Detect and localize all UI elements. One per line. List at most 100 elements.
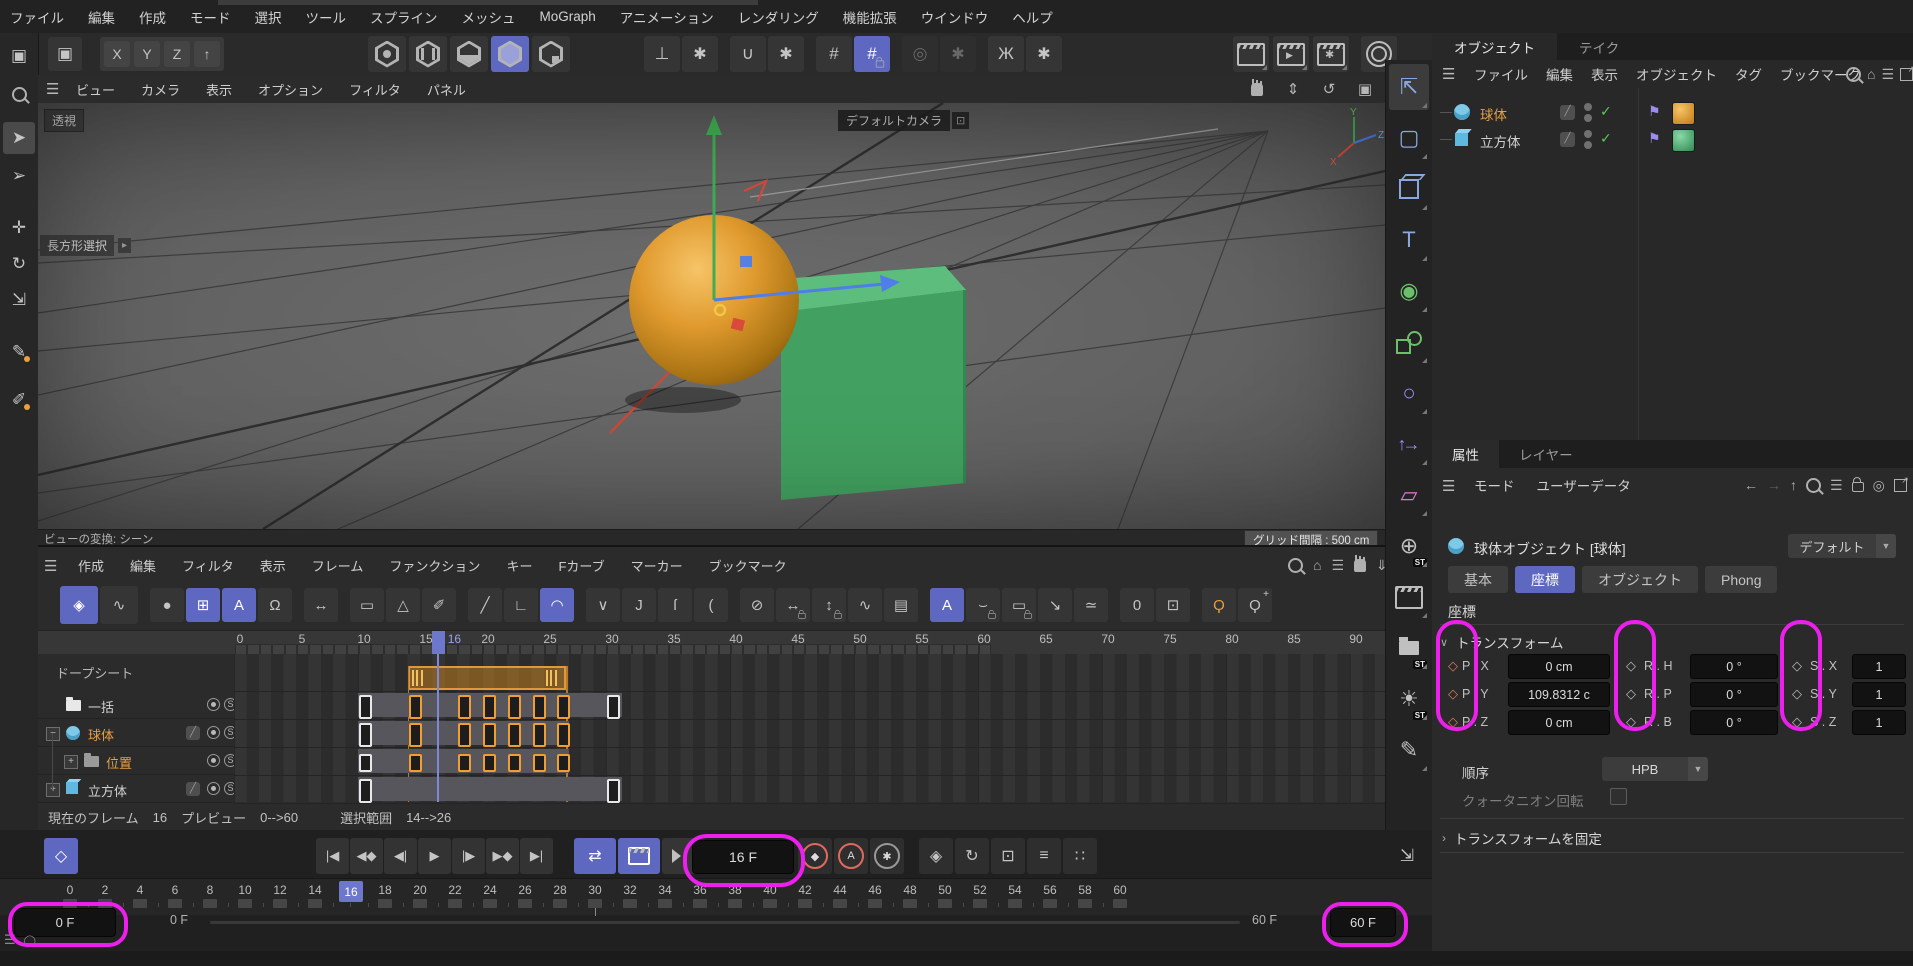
key-diamond-PX[interactable]: ◇ [1448, 658, 1458, 674]
ruler-handle[interactable] [693, 899, 707, 908]
solo-toggle-icon[interactable] [207, 782, 220, 795]
enabled-check-icon[interactable]: ✓ [1600, 103, 1612, 120]
menu-item-12[interactable]: ウインドウ [921, 7, 989, 27]
timeline-burger-icon[interactable]: ☰ [44, 557, 57, 575]
quaternion-checkbox[interactable] [1610, 788, 1627, 805]
grid-quantize-button[interactable]: # [816, 36, 852, 72]
keyframe-orange[interactable] [458, 754, 471, 772]
keyframe-white[interactable] [359, 695, 372, 719]
viewport-menu-item-5[interactable]: パネル [427, 80, 466, 99]
phong-tag-icon[interactable]: ⚑ [1648, 103, 1661, 120]
go-to-start-button[interactable]: |◀ [316, 838, 349, 874]
menu-item-9[interactable]: アニメーション [620, 7, 714, 27]
maximize-view-icon[interactable]: ▣ [1352, 77, 1378, 101]
viewport-menu-item-0[interactable]: ビュー [76, 80, 115, 99]
polygon-mode-button[interactable] [450, 36, 488, 72]
filter-icon[interactable]: ☰ [1830, 476, 1843, 494]
transform-group-header[interactable]: ∨ トランスフォーム [1440, 632, 1563, 652]
timeline-menu-item-7[interactable]: Fカーブ [558, 556, 604, 575]
visibility-dot-top[interactable] [1584, 103, 1592, 111]
dope-sheet-mode-button[interactable]: ◈ [60, 586, 98, 624]
search-icon[interactable] [1846, 65, 1861, 83]
keyframe-orange[interactable] [533, 723, 546, 747]
play-range-button[interactable] [618, 838, 660, 874]
lock-icon[interactable] [1852, 476, 1864, 494]
rectangle-tool-icon[interactable]: ▢ [1389, 115, 1429, 161]
snap-magnet-button[interactable]: ∪ [730, 36, 766, 72]
preset-dropdown[interactable]: デフォルト ▼ [1788, 534, 1896, 558]
tool-hint-expand-icon[interactable]: ▸ [118, 238, 131, 253]
spline-pen-icon[interactable]: ✎ [3, 336, 35, 368]
menu-item-2[interactable]: 作成 [139, 7, 166, 27]
track-bar-立方体[interactable] [358, 777, 622, 801]
keyframe-orange[interactable] [508, 723, 521, 747]
poly-select-button[interactable]: △ [386, 588, 420, 622]
play-forward-button[interactable]: ▶ [418, 838, 451, 874]
ruler-handle[interactable] [238, 899, 252, 908]
home-icon[interactable]: ⌂ [1313, 557, 1321, 573]
rotate-icon[interactable]: ↻ [3, 248, 35, 280]
point-mode-button[interactable] [368, 36, 406, 72]
loop-mode-button[interactable]: ⇄ [574, 838, 616, 874]
key-diamond-RH[interactable]: ◇ [1626, 658, 1636, 674]
clapper-icon[interactable] [1389, 574, 1429, 620]
break-tangents-button[interactable]: ⊘ [740, 588, 774, 622]
ruler-handle[interactable] [903, 899, 917, 908]
zero-length-button[interactable]: ⊡ [1156, 588, 1190, 622]
camera-menu-icon[interactable]: ⊡ [952, 112, 969, 129]
viewport-burger-icon[interactable]: ☰ [46, 80, 59, 98]
live-selection-icon[interactable]: ➤ [3, 122, 35, 154]
keyframe-orange[interactable] [458, 723, 471, 747]
home-icon[interactable]: ⌂ [1867, 65, 1875, 83]
dolly-icon[interactable]: ⇕ [1280, 77, 1306, 101]
solo-toggle-icon[interactable] [207, 754, 220, 767]
key-pla-button[interactable]: ⊡ [991, 838, 1025, 874]
popout-icon[interactable] [1894, 476, 1907, 494]
timeline-menu-item-9[interactable]: ブックマーク [709, 556, 787, 575]
ruler-handle[interactable] [1043, 899, 1057, 908]
ruler-handle[interactable] [168, 899, 182, 908]
snap-magnet-settings-button[interactable]: ✱ [768, 36, 804, 72]
plane-handle-blue[interactable] [740, 256, 752, 267]
unify-slope-button[interactable]: ↘ [1038, 588, 1072, 622]
keyframe-orange[interactable] [508, 695, 521, 719]
ruler-handle[interactable] [413, 899, 427, 908]
equal-tangents-button[interactable]: ≃ [1074, 588, 1108, 622]
section-tab-Phong[interactable]: Phong [1705, 566, 1777, 593]
param-field-PZ[interactable]: 0 cm [1508, 710, 1610, 735]
ruler-handle[interactable] [658, 899, 672, 908]
render-settings-button[interactable]: ✱ [1313, 36, 1349, 72]
ruler-handle[interactable] [868, 899, 882, 908]
up-icon[interactable]: ↑ [1790, 476, 1797, 494]
record-active-objects-button[interactable]: ◆ [798, 838, 832, 874]
ruler-handle[interactable] [553, 899, 567, 908]
auto-tangent-button[interactable]: A [930, 588, 964, 622]
workplane-button[interactable]: ⊥ [644, 36, 680, 72]
timeline-ruler[interactable]: 05101520253035404550556065707580859016 [38, 630, 1385, 656]
undo-palette-button[interactable]: ▣ [48, 37, 82, 71]
move-select-tool-icon[interactable]: ⇱ [1389, 64, 1429, 110]
menu-item-11[interactable]: 機能拡張 [843, 7, 897, 27]
key-parameters-button[interactable]: ≡ [1027, 838, 1061, 874]
track-row-位置[interactable]: +位置S [38, 747, 234, 775]
tab-テイク[interactable]: テイク [1557, 33, 1641, 60]
object-manager-menu-item-4[interactable]: タグ [1735, 64, 1762, 84]
key-diamond-PZ[interactable]: ◇ [1448, 714, 1458, 730]
attribute-burger-icon[interactable]: ☰ [1442, 477, 1455, 495]
keyframe-white[interactable] [359, 723, 372, 747]
viewport-menu-item-3[interactable]: オプション [258, 80, 323, 99]
make-keyframe-button[interactable]: ◇ [44, 838, 78, 874]
viewport-menu-item-2[interactable]: 表示 [206, 80, 232, 99]
keyframe-orange[interactable] [409, 754, 422, 772]
pan-icon[interactable] [1244, 77, 1270, 101]
track-row-球体[interactable]: −球体╱S [38, 719, 234, 747]
lock-value-button[interactable]: ↕ [812, 588, 846, 622]
ruler-handle[interactable] [518, 899, 532, 908]
track-row-一括[interactable]: 一括S [38, 691, 234, 719]
hierarchy-mode-button[interactable]: ⊞ [186, 588, 220, 622]
rotation-handle-red[interactable] [744, 181, 766, 201]
enabled-check-icon[interactable]: ✓ [1600, 130, 1612, 147]
hand-icon[interactable] [1354, 559, 1366, 572]
hex-pencil-icon[interactable]: ✎ [1389, 727, 1429, 773]
selection-range-bar[interactable] [408, 666, 567, 690]
